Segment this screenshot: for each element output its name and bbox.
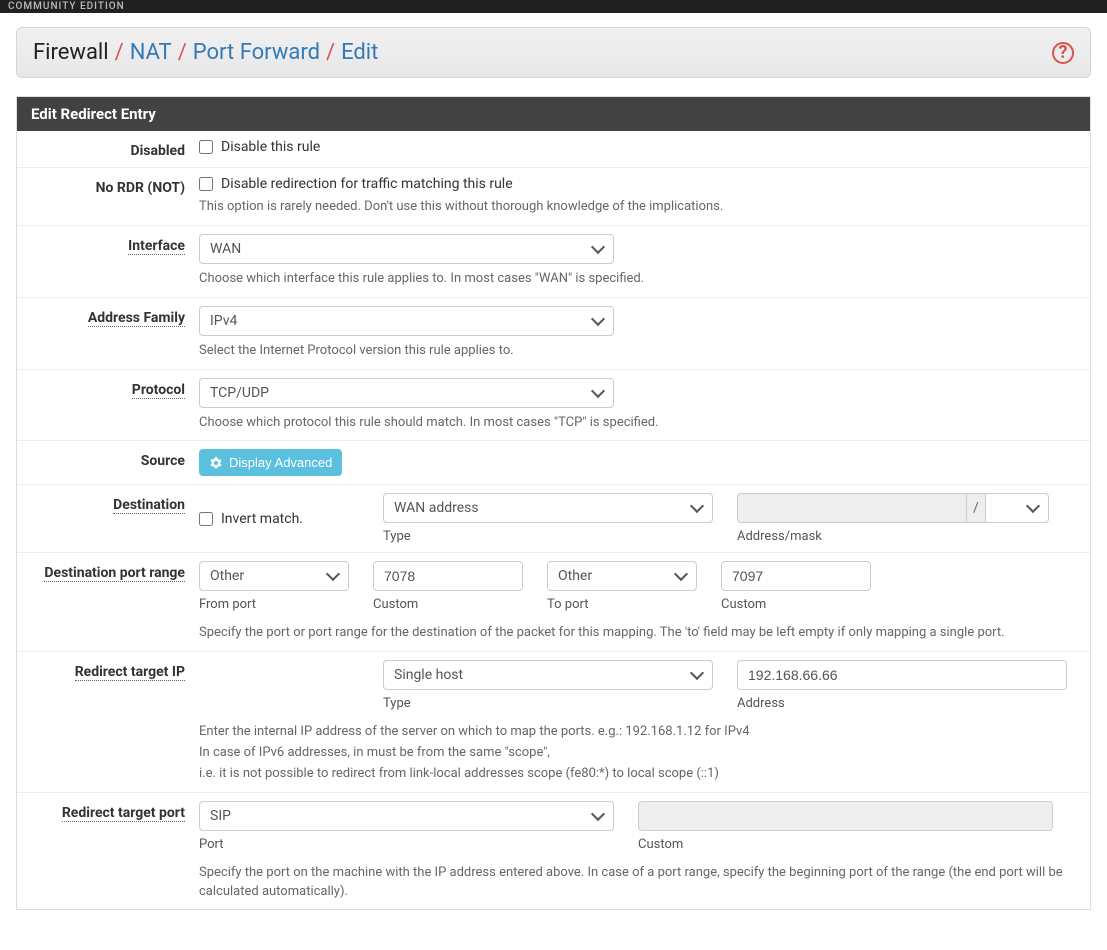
select-from-port-type[interactable]: Other <box>199 561 349 591</box>
input-to-port-custom[interactable] <box>721 561 871 591</box>
help-redirect-port: Specify the port on the machine with the… <box>199 864 1078 902</box>
sub-from-custom: Custom <box>373 597 523 612</box>
select-destination-type[interactable]: WAN address <box>383 493 713 523</box>
breadcrumb-bar: Firewall / NAT / Port Forward / Edit ? <box>16 27 1091 78</box>
breadcrumb-sep: / <box>115 40 124 65</box>
sub-destination-addr: Address/mask <box>737 529 1049 544</box>
sub-redirect-ip-addr: Address <box>737 696 1067 711</box>
breadcrumb-edit: Edit <box>341 40 378 65</box>
address-mask-separator: / <box>967 493 985 523</box>
checkbox-nordr[interactable] <box>199 177 213 191</box>
input-destination-address[interactable] <box>737 493 967 523</box>
help-protocol: Choose which protocol this rule should m… <box>199 414 1078 433</box>
input-redirect-port-custom[interactable] <box>638 801 1053 831</box>
help-nordr: This option is rarely needed. Don't use … <box>199 198 1078 217</box>
sub-redirect-port-custom: Custom <box>638 837 1053 852</box>
label-redirect-target-port: Redirect target port <box>62 805 185 822</box>
label-redirect-target-ip: Redirect target IP <box>75 664 185 681</box>
select-destination-mask[interactable] <box>985 493 1049 523</box>
checkbox-disabled[interactable] <box>199 140 213 154</box>
breadcrumb-sep: / <box>326 40 335 65</box>
select-to-port-type[interactable]: Other <box>547 561 697 591</box>
input-redirect-ip-address[interactable] <box>737 660 1067 690</box>
gear-icon <box>209 456 223 470</box>
breadcrumb-sep: / <box>178 40 187 65</box>
label-address-family: Address Family <box>88 310 185 327</box>
help-interface: Choose which interface this rule applies… <box>199 270 1078 289</box>
help-redirect-ip-l2: In case of IPv6 addresses, in must be fr… <box>199 744 1078 763</box>
sub-destination-type: Type <box>383 529 713 544</box>
display-advanced-label: Display Advanced <box>229 455 332 470</box>
sub-redirect-port: Port <box>199 837 614 852</box>
label-nordr: No RDR (NOT) <box>96 180 185 196</box>
label-dest-port-range: Destination port range <box>44 565 185 582</box>
help-icon[interactable]: ? <box>1052 42 1074 64</box>
breadcrumb-nat[interactable]: NAT <box>130 40 172 65</box>
panel-title: Edit Redirect Entry <box>17 97 1090 131</box>
checkbox-nordr-label: Disable redirection for traffic matching… <box>221 176 513 192</box>
invert-match-label: Invert match. <box>221 511 303 527</box>
label-source: Source <box>141 453 185 469</box>
help-dest-port-range: Specify the port or port range for the d… <box>199 624 1078 643</box>
display-advanced-button[interactable]: Display Advanced <box>199 449 342 476</box>
checkbox-invert-match[interactable] <box>199 512 213 526</box>
sub-redirect-ip-type: Type <box>383 696 713 711</box>
label-disabled: Disabled <box>130 143 185 159</box>
input-from-port-custom[interactable] <box>373 561 523 591</box>
help-address-family: Select the Internet Protocol version thi… <box>199 342 1078 361</box>
select-protocol[interactable]: TCP/UDP <box>199 378 614 408</box>
label-destination: Destination <box>113 497 185 514</box>
sub-to-port: To port <box>547 597 697 612</box>
breadcrumb-root: Firewall <box>33 40 109 65</box>
edition-label: COMMUNITY EDITION <box>8 1 125 12</box>
help-redirect-ip-l1: Enter the internal IP address of the ser… <box>199 723 1078 742</box>
select-redirect-ip-type[interactable]: Single host <box>383 660 713 690</box>
breadcrumb-port-forward[interactable]: Port Forward <box>193 40 320 65</box>
select-address-family[interactable]: IPv4 <box>199 306 614 336</box>
select-redirect-port[interactable]: SIP <box>199 801 614 831</box>
select-interface[interactable]: WAN <box>199 234 614 264</box>
label-protocol: Protocol <box>132 382 185 399</box>
label-interface: Interface <box>128 238 185 255</box>
sub-from-port: From port <box>199 597 349 612</box>
sub-to-custom: Custom <box>721 597 871 612</box>
checkbox-disabled-label: Disable this rule <box>221 139 320 155</box>
help-redirect-ip-l3: i.e. it is not possible to redirect from… <box>199 765 1078 784</box>
top-bar: COMMUNITY EDITION <box>0 0 1107 13</box>
edit-redirect-panel: Edit Redirect Entry Disabled Disable thi… <box>16 96 1091 910</box>
breadcrumb: Firewall / NAT / Port Forward / Edit <box>33 40 378 65</box>
